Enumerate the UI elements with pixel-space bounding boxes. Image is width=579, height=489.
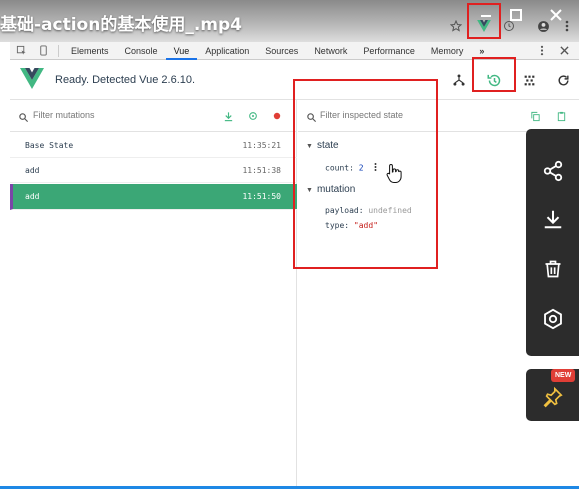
mutation-entry-payload: payload: undefined: [325, 206, 412, 215]
copy-state-icon[interactable]: [528, 109, 542, 123]
components-tab-icon[interactable]: [447, 70, 471, 90]
record-icon[interactable]: [270, 109, 284, 123]
state-section-header[interactable]: ▼ state: [306, 140, 339, 151]
new-badge: NEW: [551, 369, 576, 382]
refresh-icon[interactable]: [551, 70, 575, 90]
mutation-row[interactable]: add 11:51:38: [10, 158, 297, 183]
commit-all-icon[interactable]: [221, 109, 235, 123]
state-value[interactable]: 2: [359, 164, 364, 173]
settings-icon[interactable]: [526, 299, 579, 339]
events-tab-icon[interactable]: [517, 70, 541, 90]
mutation-section-title: mutation: [316, 184, 356, 195]
more-tabs-button[interactable]: »: [471, 42, 492, 60]
more-options-icon[interactable]: [374, 162, 377, 174]
tab-elements[interactable]: Elements: [63, 42, 117, 60]
search-icon: [306, 110, 318, 123]
pin-icon: [542, 386, 564, 413]
state-key: count:: [325, 163, 354, 173]
close-icon[interactable]: [545, 4, 567, 26]
star-icon[interactable]: [446, 16, 466, 36]
vuex-history-tab-icon[interactable]: [482, 70, 506, 92]
share-icon[interactable]: [526, 151, 579, 191]
mutation-time: 11:51:50: [242, 192, 281, 201]
device-toolbar-icon[interactable]: [32, 42, 54, 60]
floating-side-toolbar: [526, 129, 579, 356]
inspect-element-icon[interactable]: [10, 42, 32, 60]
trash-icon[interactable]: [526, 249, 579, 289]
mutation-name: Base State: [25, 141, 74, 150]
mutation-value: "add": [353, 221, 379, 230]
tab-memory[interactable]: Memory: [423, 42, 472, 60]
tab-sources[interactable]: Sources: [257, 42, 306, 60]
filter-state-input[interactable]: Filter inspected state: [320, 110, 403, 120]
devtools-menu-icon[interactable]: [531, 42, 553, 60]
filter-mutations-bar: Filter mutations: [10, 100, 297, 132]
mutation-row[interactable]: Base State 11:35:21: [10, 133, 297, 158]
tab-vue[interactable]: Vue: [165, 42, 198, 60]
video-title-bar: 基础-action的基本使用_.mp4: [0, 0, 579, 42]
expand-arrow-icon: ▼: [306, 143, 313, 150]
mutation-key: payload:: [325, 206, 364, 215]
vue-devtools-header: Ready. Detected Vue 2.6.10.: [10, 60, 579, 100]
mutation-name: add: [25, 166, 40, 175]
mutation-value: undefined: [368, 206, 412, 215]
state-entry-count: count: 2: [325, 162, 377, 174]
tab-network[interactable]: Network: [306, 42, 355, 60]
filter-state-bar: Filter inspected state: [298, 100, 579, 132]
tab-divider: [58, 44, 59, 57]
video-title: 基础-action的基本使用_.mp4: [0, 15, 243, 35]
devtools-close-icon[interactable]: [553, 42, 575, 60]
revert-all-icon[interactable]: [246, 109, 260, 123]
filter-mutations-input[interactable]: Filter mutations: [33, 110, 95, 120]
tab-console[interactable]: Console: [117, 42, 166, 60]
mutation-row-selected[interactable]: add 11:51:50: [10, 184, 297, 210]
devtools-tab-strip: Elements Console Vue Application Sources…: [10, 42, 579, 60]
search-icon: [18, 110, 30, 123]
mutation-time: 11:51:38: [242, 166, 281, 175]
mutation-time: 11:35:21: [242, 141, 281, 150]
mutation-key: type:: [325, 221, 350, 230]
download-icon[interactable]: [526, 199, 579, 239]
mutation-name: add: [25, 192, 40, 201]
expand-arrow-icon: ▼: [306, 187, 313, 194]
hand-cursor-icon: [386, 163, 402, 183]
mutations-pane: Filter mutations Base State 11:35:21 add…: [10, 100, 297, 489]
mutation-entry-type: type: "add": [325, 221, 378, 230]
minimize-icon[interactable]: [475, 4, 497, 26]
screen: 基础-action的基本使用_.mp4 Elements Console Vue…: [0, 0, 579, 489]
paste-state-icon[interactable]: [554, 109, 568, 123]
maximize-icon[interactable]: [505, 4, 527, 26]
vue-status-text: Ready. Detected Vue 2.6.10.: [55, 74, 196, 86]
vue-logo-icon: [20, 68, 44, 90]
tab-application[interactable]: Application: [197, 42, 257, 60]
tab-performance[interactable]: Performance: [355, 42, 423, 60]
state-section-title: state: [316, 140, 339, 151]
mutation-section-header[interactable]: ▼ mutation: [306, 184, 355, 195]
